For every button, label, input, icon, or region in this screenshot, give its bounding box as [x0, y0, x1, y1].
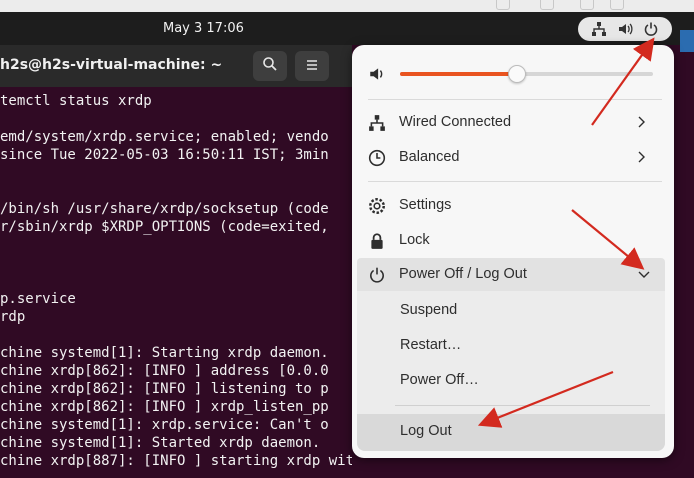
volume-icon	[368, 65, 386, 88]
system-menu: Wired Connected Balanced Settings Lock P…	[352, 45, 674, 458]
power-mode-icon	[368, 149, 386, 167]
power-off-logout-label: Power Off / Log Out	[399, 266, 527, 282]
network-icon	[590, 20, 608, 38]
wired-connected-item[interactable]: Wired Connected	[357, 106, 665, 140]
ghost-icon	[540, 0, 554, 10]
settings-label: Settings	[399, 197, 452, 213]
terminal-line: since Tue 2022-05-03 16:50:11 IST; 3min	[0, 147, 329, 163]
chevron-down-icon	[637, 266, 651, 284]
separator	[368, 99, 662, 100]
terminal-line: /bin/sh /usr/share/xrdp/socksetup (code	[0, 201, 329, 217]
power-icon	[642, 20, 660, 38]
ghost-icon	[496, 0, 510, 10]
power-mode-item[interactable]: Balanced	[357, 141, 665, 175]
top-bar: May 3 17:06	[0, 12, 694, 52]
separator	[368, 181, 662, 182]
settings-item[interactable]: Settings	[357, 189, 665, 223]
power-submenu: Suspend Restart… Power Off… Log Out	[357, 291, 665, 451]
network-icon	[368, 114, 386, 132]
restart-item[interactable]: Restart…	[400, 337, 461, 353]
terminal-headerbar: h2s@h2s-virtual-machine: ~	[0, 45, 352, 87]
clock[interactable]: May 3 17:06	[163, 21, 244, 36]
ghost-icon	[580, 0, 594, 10]
lock-label: Lock	[399, 232, 430, 248]
volume-slider[interactable]	[400, 65, 653, 83]
suspend-item[interactable]: Suspend	[400, 302, 457, 318]
terminal-line: p.service	[0, 291, 76, 307]
chevron-right-icon	[637, 114, 651, 132]
power-mode-label: Balanced	[399, 149, 460, 165]
lock-icon	[368, 232, 386, 250]
power-icon	[368, 266, 386, 284]
menu-button[interactable]	[295, 51, 329, 81]
terminal-output[interactable]: temctl status xrdp emd/system/xrdp.servic…	[0, 87, 352, 478]
terminal-line: emd/system/xrdp.service; enabled; vendo	[0, 129, 329, 145]
lock-item[interactable]: Lock	[357, 224, 665, 258]
logout-item[interactable]: Log Out	[357, 414, 665, 451]
background-window-strip	[0, 0, 694, 12]
separator	[395, 405, 650, 406]
terminal-line: chine xrdp[862]: [INFO ] listening to p	[0, 381, 329, 397]
chevron-right-icon	[637, 149, 651, 167]
volume-slider-handle[interactable]	[508, 65, 527, 83]
logout-label: Log Out	[400, 423, 452, 439]
power-off-logout-item[interactable]: Power Off / Log Out	[357, 258, 665, 292]
terminal-line: chine xrdp[862]: [INFO ] address [0.0.0	[0, 363, 329, 379]
gear-icon	[368, 197, 386, 215]
terminal-line: temctl status xrdp	[0, 93, 152, 109]
wired-connected-label: Wired Connected	[399, 114, 512, 130]
hamburger-icon	[305, 57, 319, 76]
power-off-item[interactable]: Power Off…	[400, 372, 479, 388]
search-icon	[262, 56, 278, 76]
system-tray[interactable]	[578, 17, 672, 41]
terminal-line: chine xrdp[862]: [INFO ] xrdp_listen_pp	[0, 399, 329, 415]
volume-icon	[616, 20, 634, 38]
volume-slider-fill	[400, 72, 517, 76]
search-button[interactable]	[253, 51, 287, 81]
terminal-line: chine systemd[1]: Started xrdp daemon.	[0, 435, 321, 451]
side-tab	[680, 30, 694, 52]
volume-row	[368, 63, 658, 85]
ghost-icon	[610, 0, 624, 10]
terminal-line: chine systemd[1]: xrdp.service: Can't o	[0, 417, 329, 433]
terminal-line: chine systemd[1]: Starting xrdp daemon.	[0, 345, 329, 361]
terminal-line: chine xrdp[887]: [INFO ] starting xrdp w…	[0, 453, 352, 469]
terminal-line: r/sbin/xrdp $XRDP_OPTIONS (code=exited,	[0, 219, 329, 235]
terminal-line: rdp	[0, 309, 26, 325]
terminal-title: h2s@h2s-virtual-machine: ~	[0, 57, 223, 73]
